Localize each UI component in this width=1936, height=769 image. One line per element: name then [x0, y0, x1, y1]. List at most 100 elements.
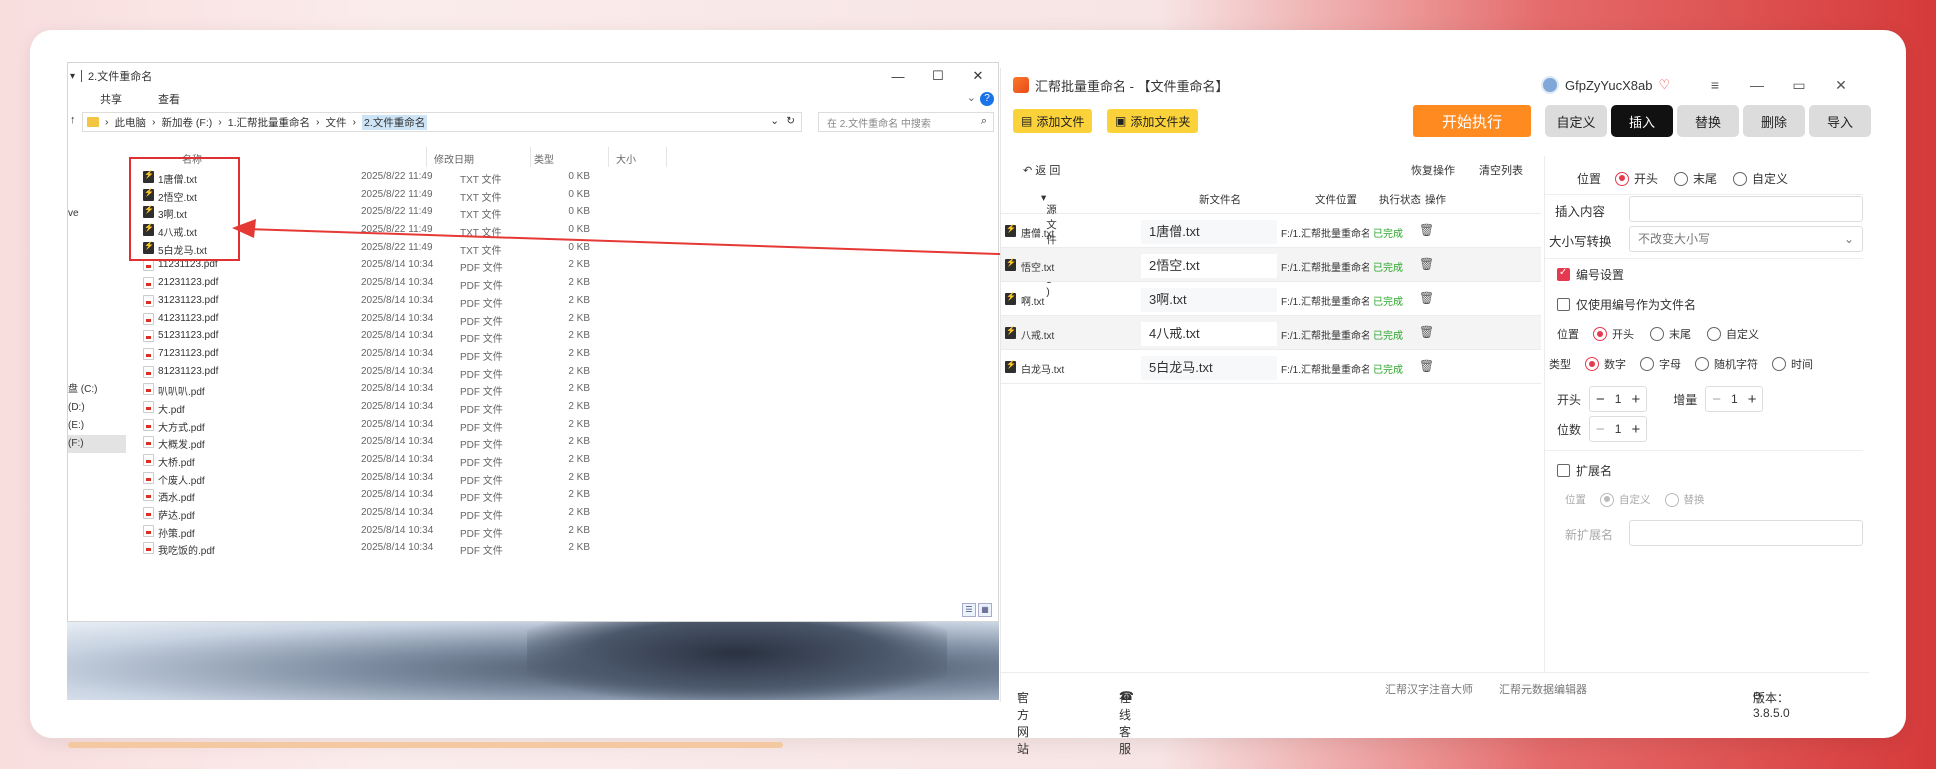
numbering-label[interactable]: 编号设置: [1576, 266, 1624, 283]
maximize-icon[interactable]: ▭: [1778, 74, 1820, 96]
digits-value[interactable]: 1: [1615, 422, 1622, 436]
table-row[interactable]: 八戒.txt 4八戒.txt F:/1.汇帮批量重命名/文件已完成 🗑: [1001, 316, 1541, 350]
position-end-radio[interactable]: [1674, 171, 1689, 186]
start-stepper[interactable]: − 1 +: [1589, 386, 1648, 412]
type-random-label[interactable]: 随机字符: [1714, 356, 1758, 372]
minimize-icon[interactable]: —: [1736, 74, 1778, 96]
trash-icon[interactable]: 🗑: [1419, 257, 1434, 271]
new-name-field[interactable]: 5白龙马.txt: [1141, 356, 1277, 380]
table-row[interactable]: 啊.txt 3啊.txt F:/1.汇帮批量重命名/文件已完成 🗑: [1001, 282, 1541, 316]
vip-heart-icon[interactable]: ♡: [1658, 77, 1670, 93]
status-badge: 已完成: [1373, 331, 1403, 342]
add-folder-button[interactable]: ▣ 添加文件夹: [1107, 109, 1199, 133]
minus-icon[interactable]: −: [1596, 391, 1605, 408]
numbering-checkbox[interactable]: [1557, 267, 1570, 281]
table-row[interactable]: 唐僧.txt 1唐僧.txt F:/1.汇帮批量重命名/文件已完成 🗑: [1001, 214, 1541, 248]
plus-icon[interactable]: +: [1748, 391, 1757, 408]
user-info[interactable]: GfpZyYucX8ab ♡: [1541, 76, 1670, 94]
ext-custom-label[interactable]: 自定义: [1619, 492, 1651, 507]
folder-icon: ▣: [1115, 114, 1127, 128]
type-time-radio[interactable]: [1772, 357, 1786, 371]
minus-icon[interactable]: −: [1596, 421, 1605, 438]
status-badge: 已完成: [1373, 229, 1403, 240]
increment-label: 增量: [1673, 392, 1698, 407]
minus-icon[interactable]: −: [1712, 391, 1721, 408]
trash-icon[interactable]: 🗑: [1419, 359, 1434, 373]
insert-content-label: 插入内容: [1555, 205, 1606, 219]
chevron-down-icon: ⌄: [1843, 232, 1854, 246]
position-custom-label[interactable]: 自定义: [1752, 170, 1788, 187]
num-position-custom-label[interactable]: 自定义: [1726, 326, 1759, 342]
table-row[interactable]: 悟空.txt 2悟空.txt F:/1.汇帮批量重命名/文件已完成 🗑: [1001, 248, 1541, 282]
file-location: F:/1.汇帮批量重命名/文件: [1281, 263, 1369, 274]
file-icon: ▤: [1021, 114, 1033, 128]
add-file-button[interactable]: ▤ 添加文件: [1013, 109, 1093, 133]
header-src[interactable]: ▾ 源文件名 ( 5 ): [1041, 192, 1057, 298]
plus-icon[interactable]: +: [1631, 421, 1640, 438]
tab-import[interactable]: 导入: [1809, 105, 1871, 137]
ext-checkbox[interactable]: [1557, 464, 1570, 477]
trash-icon[interactable]: 🗑: [1419, 325, 1434, 339]
type-letter-radio[interactable]: [1640, 357, 1654, 371]
new-name-field[interactable]: 4八戒.txt: [1141, 322, 1277, 346]
trash-icon[interactable]: 🗑: [1419, 223, 1434, 237]
tab-replace[interactable]: 替换: [1677, 105, 1739, 137]
new-ext-input[interactable]: [1629, 520, 1863, 546]
txt-file-icon: [1005, 360, 1016, 373]
numbering-row: 编号设置: [1557, 266, 1624, 283]
position-custom-radio[interactable]: [1733, 171, 1748, 186]
header-new: 新文件名: [1199, 194, 1241, 206]
position-row: 位置 开头 末尾 自定义: [1577, 170, 1788, 187]
new-name-field[interactable]: 2悟空.txt: [1141, 254, 1277, 278]
trash-icon[interactable]: 🗑: [1419, 291, 1434, 305]
num-position-end-label[interactable]: 末尾: [1669, 326, 1691, 342]
new-name-field[interactable]: 3啊.txt: [1141, 288, 1277, 312]
num-position-start-radio[interactable]: [1593, 327, 1607, 341]
file-location: F:/1.汇帮批量重命名/文件: [1281, 331, 1369, 342]
ext-custom-radio[interactable]: [1600, 492, 1614, 507]
close-icon[interactable]: ✕: [1820, 74, 1862, 96]
start-button[interactable]: 开始执行: [1413, 105, 1531, 137]
ext-replace-radio[interactable]: [1664, 492, 1679, 507]
clear-list-button[interactable]: 清空列表: [1479, 162, 1523, 178]
username[interactable]: GfpZyYucX8ab: [1565, 78, 1652, 93]
tab-custom[interactable]: 自定义: [1545, 105, 1607, 137]
plus-icon[interactable]: +: [1631, 391, 1640, 408]
digits-stepper[interactable]: − 1 +: [1589, 416, 1648, 442]
ext-label[interactable]: 扩展名: [1576, 462, 1612, 479]
num-position-custom-radio[interactable]: [1707, 327, 1721, 341]
start-inc-row: 开头 − 1 + 增量 − 1 +: [1557, 386, 1764, 412]
pinyin-tool-link[interactable]: 汇帮汉字注音大师: [1385, 681, 1473, 697]
position-end-label[interactable]: 末尾: [1693, 170, 1717, 187]
back-button[interactable]: ↶ 返 回: [1023, 162, 1060, 178]
position-start-radio[interactable]: [1615, 171, 1630, 186]
type-number-label[interactable]: 数字: [1604, 356, 1626, 372]
case-select[interactable]: 不改变大小写 ⌄: [1629, 226, 1863, 252]
start-value[interactable]: 1: [1615, 392, 1622, 406]
menu-icon[interactable]: ≡: [1694, 74, 1736, 96]
avatar[interactable]: [1541, 76, 1559, 94]
type-number-radio[interactable]: [1585, 357, 1599, 371]
table-row[interactable]: 白龙马.txt 5白龙马.txt F:/1.汇帮批量重命名/文件已完成 🗑: [1001, 350, 1541, 384]
only-number-checkbox[interactable]: [1557, 298, 1570, 311]
position-start-label[interactable]: 开头: [1634, 170, 1658, 187]
increment-value[interactable]: 1: [1731, 392, 1738, 406]
num-position-end-radio[interactable]: [1650, 327, 1664, 341]
type-time-label[interactable]: 时间: [1791, 356, 1813, 372]
new-name-field[interactable]: 1唐僧.txt: [1141, 220, 1277, 244]
tab-insert[interactable]: 插入: [1611, 105, 1673, 137]
only-number-label[interactable]: 仅使用编号作为文件名: [1576, 296, 1696, 313]
case-select-value: 不改变大小写: [1638, 232, 1711, 246]
ext-replace-label[interactable]: 替换: [1684, 492, 1705, 507]
metadata-tool-link[interactable]: 汇帮元数据编辑器: [1499, 681, 1587, 697]
increment-stepper[interactable]: − 1 +: [1705, 386, 1764, 412]
tab-delete[interactable]: 删除: [1743, 105, 1805, 137]
insert-content-input[interactable]: [1629, 196, 1863, 222]
header-status: 执行状态: [1379, 194, 1421, 206]
type-letter-label[interactable]: 字母: [1659, 356, 1681, 372]
start-label: 开头: [1557, 392, 1582, 407]
txt-file-icon: [1005, 224, 1016, 237]
restore-button[interactable]: 恢复操作: [1411, 162, 1455, 178]
type-random-radio[interactable]: [1695, 357, 1709, 371]
num-position-start-label[interactable]: 开头: [1612, 326, 1634, 342]
